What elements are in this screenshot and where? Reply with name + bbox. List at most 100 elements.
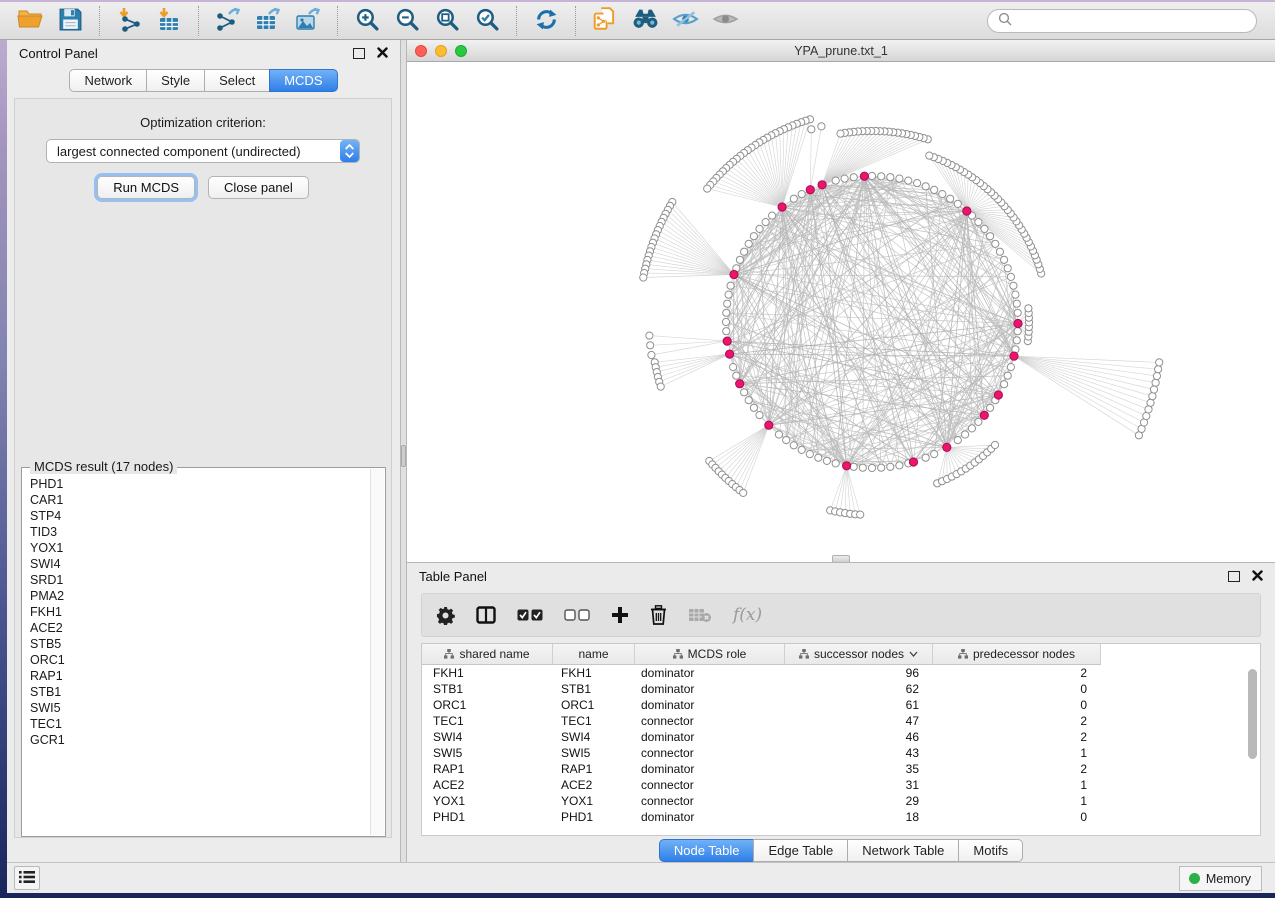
first-neighbors-button[interactable] bbox=[625, 5, 665, 37]
tab-style[interactable]: Style bbox=[146, 69, 204, 92]
table-row[interactable]: STB1STB1dominator620 bbox=[422, 681, 1260, 697]
network-node[interactable] bbox=[954, 200, 961, 207]
network-node[interactable] bbox=[790, 195, 797, 202]
network-hub-node[interactable] bbox=[778, 203, 786, 211]
tab-select[interactable]: Select bbox=[204, 69, 269, 92]
mcds-list-scrollbar[interactable] bbox=[370, 469, 384, 835]
column-header-predecessor-nodes[interactable]: predecessor nodes bbox=[933, 644, 1101, 665]
mcds-result-item[interactable]: STB5 bbox=[30, 636, 370, 652]
network-canvas[interactable] bbox=[407, 62, 1275, 560]
network-hub-node[interactable] bbox=[806, 186, 814, 194]
network-hub-node[interactable] bbox=[765, 421, 773, 429]
network-node[interactable] bbox=[741, 248, 748, 255]
network-node[interactable] bbox=[968, 425, 975, 432]
table-settings-button[interactable] bbox=[436, 606, 455, 625]
network-hub-node[interactable] bbox=[736, 380, 744, 388]
network-node[interactable] bbox=[1012, 291, 1019, 298]
new-network-from-selection-button[interactable] bbox=[585, 5, 625, 37]
network-node[interactable] bbox=[1013, 337, 1020, 344]
network-node[interactable] bbox=[741, 389, 748, 396]
network-node[interactable] bbox=[783, 437, 790, 444]
search-input[interactable] bbox=[1018, 13, 1246, 29]
network-node[interactable] bbox=[648, 351, 655, 358]
network-node[interactable] bbox=[905, 177, 912, 184]
network-node[interactable] bbox=[981, 225, 988, 232]
network-hub-node[interactable] bbox=[723, 337, 731, 345]
network-node[interactable] bbox=[640, 274, 647, 281]
network-node[interactable] bbox=[1001, 381, 1008, 388]
network-node[interactable] bbox=[823, 457, 830, 464]
network-node[interactable] bbox=[740, 489, 747, 496]
network-node[interactable] bbox=[1004, 372, 1011, 379]
column-header-name[interactable]: name bbox=[553, 644, 635, 665]
run-mcds-button[interactable]: Run MCDS bbox=[97, 176, 195, 199]
network-node[interactable] bbox=[736, 256, 743, 263]
export-network-button[interactable] bbox=[208, 5, 248, 37]
network-node[interactable] bbox=[1014, 328, 1021, 335]
network-node[interactable] bbox=[926, 152, 933, 159]
network-node[interactable] bbox=[832, 460, 839, 467]
mcds-result-item[interactable]: STP4 bbox=[30, 508, 370, 524]
task-history-button[interactable] bbox=[14, 866, 40, 890]
network-node[interactable] bbox=[922, 183, 929, 190]
network-node[interactable] bbox=[818, 123, 825, 130]
network-node[interactable] bbox=[1025, 305, 1032, 312]
float-table-panel-button[interactable] bbox=[1228, 571, 1240, 582]
vertical-splitter[interactable] bbox=[400, 40, 407, 862]
network-node[interactable] bbox=[798, 191, 805, 198]
mcds-result-item[interactable]: SWI5 bbox=[30, 700, 370, 716]
zoom-selected-button[interactable] bbox=[467, 5, 507, 37]
column-header-successor-nodes[interactable]: successor nodes bbox=[785, 644, 933, 665]
network-node[interactable] bbox=[859, 464, 866, 471]
network-node[interactable] bbox=[1145, 406, 1152, 413]
network-node[interactable] bbox=[657, 383, 664, 390]
memory-button[interactable]: Memory bbox=[1179, 866, 1262, 891]
mcds-result-item[interactable]: TID3 bbox=[30, 524, 370, 540]
close-table-panel-icon-button[interactable] bbox=[1252, 569, 1263, 584]
close-panel-icon-button[interactable] bbox=[377, 46, 388, 61]
network-node[interactable] bbox=[730, 364, 737, 371]
network-node[interactable] bbox=[896, 462, 903, 469]
network-node[interactable] bbox=[947, 195, 954, 202]
table-row[interactable]: RAP1RAP1dominator352 bbox=[422, 761, 1260, 777]
network-node[interactable] bbox=[931, 186, 938, 193]
network-node[interactable] bbox=[775, 431, 782, 438]
show-columns-button[interactable] bbox=[476, 606, 496, 624]
table-row[interactable]: SWI5SWI5connector431 bbox=[422, 745, 1260, 761]
table-row[interactable]: PHD1PHD1dominator180 bbox=[422, 809, 1260, 825]
network-node[interactable] bbox=[922, 454, 929, 461]
delete-column-button[interactable] bbox=[650, 605, 667, 625]
network-node[interactable] bbox=[992, 240, 999, 247]
tab-edge-table[interactable]: Edge Table bbox=[753, 839, 847, 862]
import-table-button[interactable] bbox=[149, 5, 189, 37]
network-node[interactable] bbox=[1001, 256, 1008, 263]
export-table-button[interactable] bbox=[248, 5, 288, 37]
network-hub-node[interactable] bbox=[943, 443, 951, 451]
network-node[interactable] bbox=[745, 397, 752, 404]
network-node[interactable] bbox=[1007, 273, 1014, 280]
network-node[interactable] bbox=[878, 464, 885, 471]
network-node[interactable] bbox=[1155, 366, 1162, 373]
network-node[interactable] bbox=[724, 300, 731, 307]
network-node[interactable] bbox=[798, 446, 805, 453]
show-all-button[interactable] bbox=[705, 5, 745, 37]
network-node[interactable] bbox=[647, 342, 654, 349]
network-node[interactable] bbox=[646, 332, 653, 339]
column-header-shared-name[interactable]: shared name bbox=[422, 644, 553, 665]
network-node[interactable] bbox=[756, 225, 763, 232]
mcds-result-item[interactable]: YOX1 bbox=[30, 540, 370, 556]
network-node[interactable] bbox=[832, 177, 839, 184]
mcds-result-item[interactable]: FKH1 bbox=[30, 604, 370, 620]
network-node[interactable] bbox=[1010, 282, 1017, 289]
network-hub-node[interactable] bbox=[843, 462, 851, 470]
network-hub-node[interactable] bbox=[994, 391, 1002, 399]
tab-network[interactable]: Network bbox=[69, 69, 146, 92]
splitter-handle[interactable] bbox=[401, 445, 406, 467]
network-node[interactable] bbox=[987, 233, 994, 240]
table-scrollbar[interactable] bbox=[1248, 669, 1257, 759]
network-node[interactable] bbox=[806, 451, 813, 458]
tab-mcds[interactable]: MCDS bbox=[269, 69, 337, 92]
mcds-result-item[interactable]: ACE2 bbox=[30, 620, 370, 636]
network-node[interactable] bbox=[996, 248, 1003, 255]
network-node[interactable] bbox=[815, 454, 822, 461]
